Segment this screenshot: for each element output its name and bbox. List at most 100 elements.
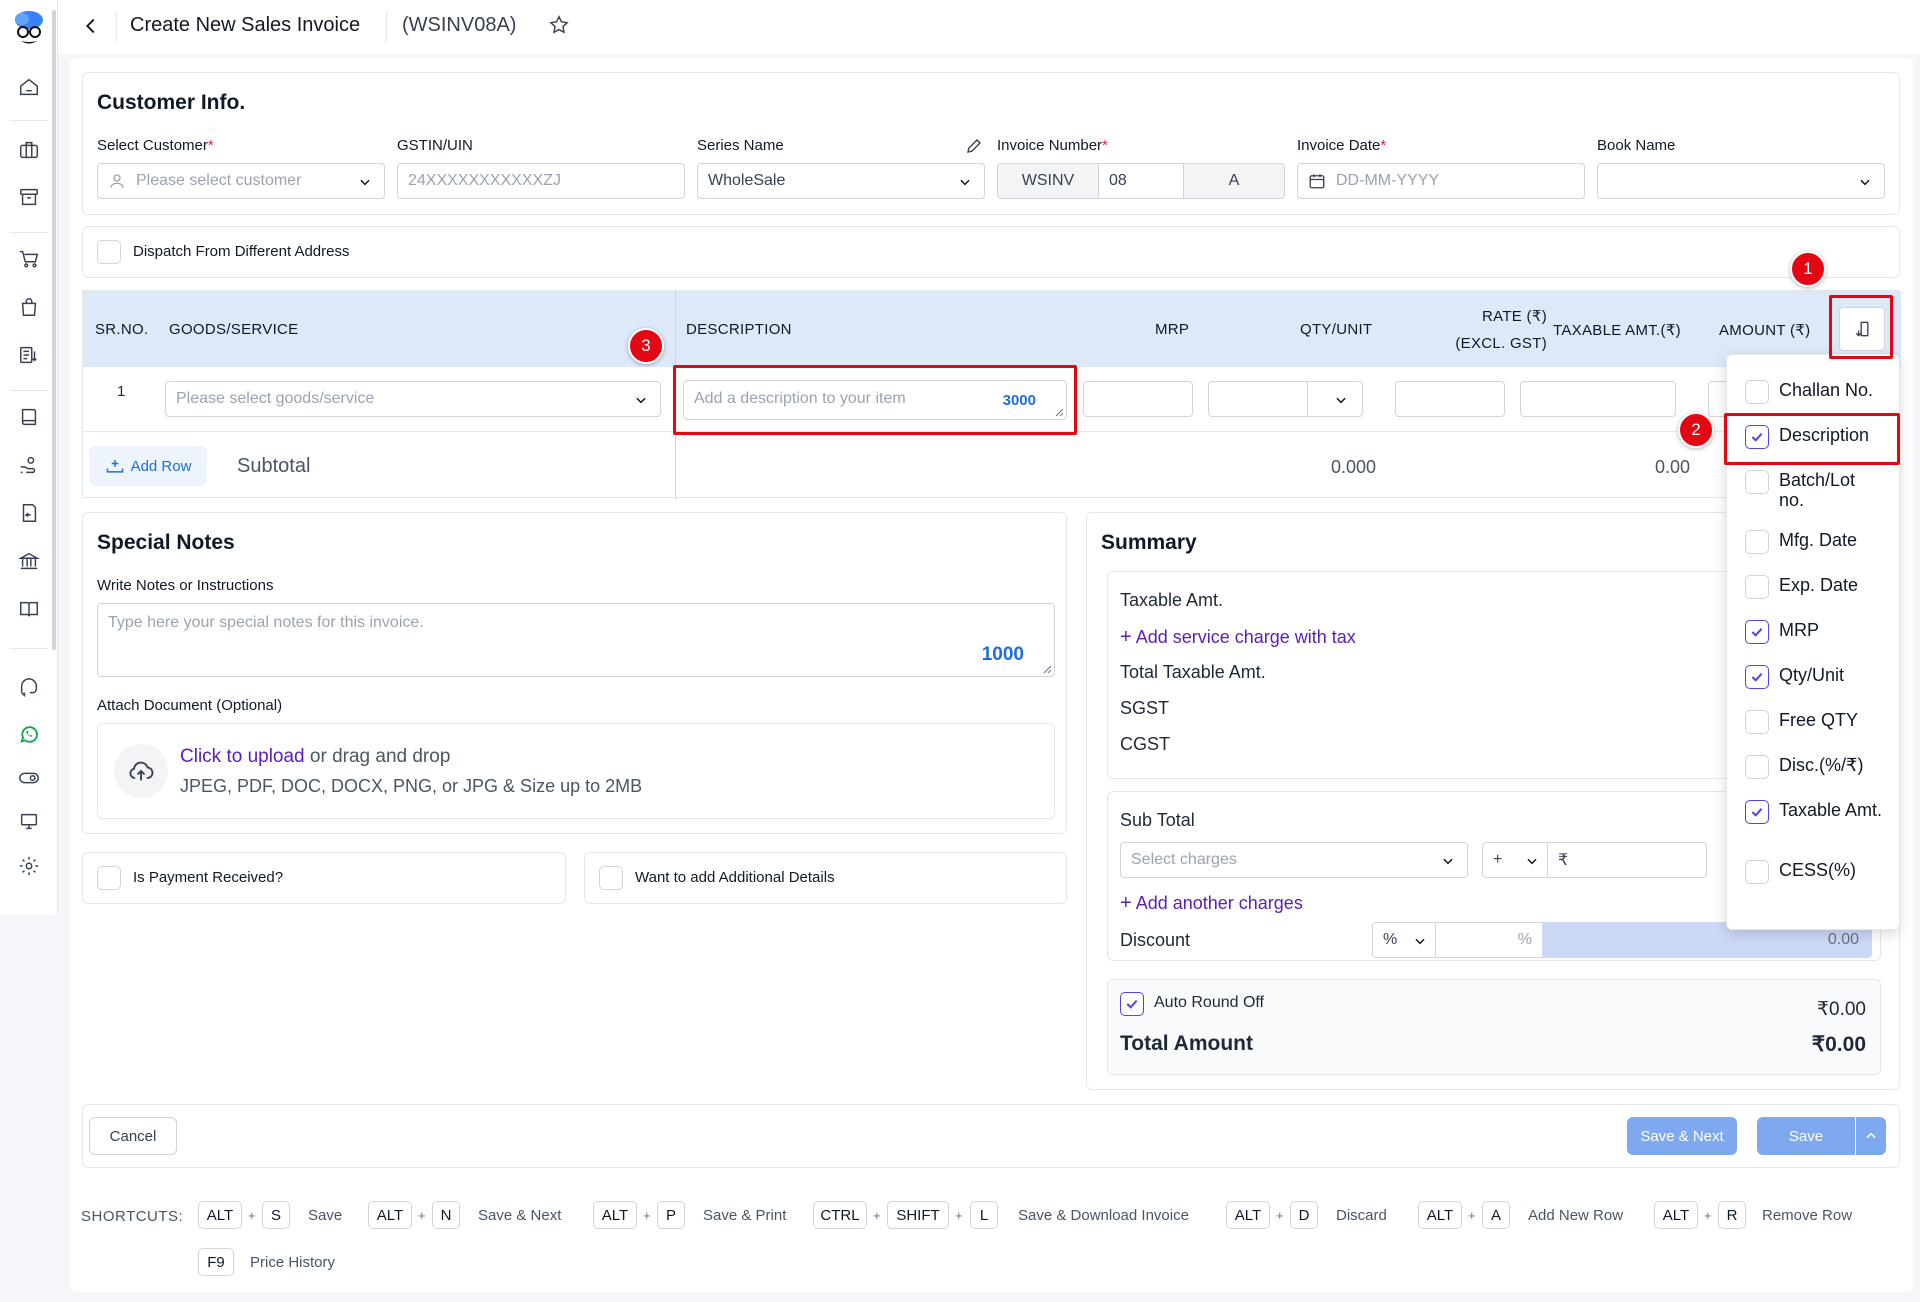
book-icon[interactable] bbox=[14, 402, 44, 432]
select-customer-dropdown[interactable]: Please select customer bbox=[97, 163, 385, 199]
unit-dropdown[interactable] bbox=[1307, 381, 1363, 417]
goods-service-dropdown[interactable]: Please select goods/service bbox=[165, 381, 661, 417]
shortcuts-bar: SHORTCUTS: ALT + S Save ALT + N Save & N… bbox=[70, 1188, 1913, 1292]
menu-item-mfg-date[interactable]: Mfg. Date bbox=[1745, 530, 1857, 554]
payment-received-checkbox[interactable] bbox=[97, 866, 121, 890]
menu-item-taxable-amt[interactable]: Taxable Amt. bbox=[1745, 800, 1885, 824]
dispatch-checkbox[interactable] bbox=[97, 240, 121, 264]
chevron-down-icon bbox=[1441, 854, 1455, 868]
shortcut-label: Add New Row bbox=[1528, 1207, 1624, 1224]
notes-textarea[interactable]: Type here your special notes for this in… bbox=[97, 603, 1055, 677]
open-book-icon[interactable] bbox=[14, 594, 44, 624]
click-to-upload-link[interactable]: Click to upload bbox=[180, 746, 305, 767]
add-row-button[interactable]: Add Row bbox=[89, 446, 207, 486]
upload-cloud-icon bbox=[114, 744, 168, 798]
menu-item-cess[interactable]: CESS(%) bbox=[1745, 860, 1856, 884]
select-charges-dropdown[interactable]: Select charges bbox=[1120, 842, 1468, 878]
sidebar-scrollbar[interactable] bbox=[52, 10, 56, 650]
settings-icon[interactable] bbox=[14, 851, 44, 881]
return-icon[interactable] bbox=[14, 498, 44, 528]
hand-coin-icon[interactable] bbox=[14, 450, 44, 480]
cess-checkbox[interactable] bbox=[1745, 860, 1769, 884]
discount-type-dropdown[interactable]: % bbox=[1372, 922, 1436, 958]
edit-pencil-icon[interactable] bbox=[965, 137, 983, 155]
menu-item-batch-lot[interactable]: Batch/Lot no. bbox=[1745, 470, 1885, 510]
chevron-down-icon bbox=[1334, 393, 1348, 407]
taxable-amt-checkbox[interactable] bbox=[1745, 800, 1769, 824]
toggle-icon[interactable] bbox=[14, 763, 44, 793]
save-button[interactable]: Save bbox=[1757, 1117, 1855, 1155]
menu-item-free-qty[interactable]: Free QTY bbox=[1745, 710, 1858, 734]
notes-char-counter: 1000 bbox=[981, 644, 1024, 665]
star-icon[interactable] bbox=[548, 14, 570, 36]
add-service-charge-link[interactable]: + Add service charge with tax bbox=[1120, 626, 1356, 649]
mrp-input[interactable] bbox=[1083, 381, 1193, 417]
gstin-input[interactable]: 24XXXXXXXXXXXZJ bbox=[397, 163, 685, 199]
back-arrow-icon[interactable] bbox=[80, 15, 102, 37]
stock-icon[interactable] bbox=[14, 340, 44, 370]
free-qty-checkbox[interactable] bbox=[1745, 710, 1769, 734]
monitor-icon[interactable] bbox=[14, 807, 44, 837]
app-logo[interactable] bbox=[11, 10, 47, 50]
col-goods-service: GOODS/SERVICE bbox=[169, 321, 299, 338]
shortcut-key: ALT bbox=[368, 1201, 412, 1229]
bank-icon[interactable] bbox=[14, 546, 44, 576]
upload-hint: JPEG, PDF, DOC, DOCX, PNG, or JPG & Size… bbox=[180, 776, 643, 796]
shortcut-key: SHIFT bbox=[887, 1201, 949, 1229]
book-name-dropdown[interactable] bbox=[1597, 163, 1885, 199]
menu-item-challan-no[interactable]: Challan No. bbox=[1745, 380, 1873, 404]
shortcut-key: ALT bbox=[593, 1201, 637, 1229]
shortcut-key: ALT bbox=[1226, 1201, 1270, 1229]
menu-item-exp-date[interactable]: Exp. Date bbox=[1745, 575, 1858, 599]
add-another-charges-link[interactable]: + Add another charges bbox=[1120, 892, 1303, 915]
challan-no-checkbox[interactable] bbox=[1745, 380, 1769, 404]
resize-handle-icon[interactable] bbox=[1042, 664, 1052, 674]
taxable-amt-input[interactable] bbox=[1520, 381, 1676, 417]
chevron-down-icon bbox=[1413, 934, 1427, 948]
discount-checkbox[interactable] bbox=[1745, 755, 1769, 779]
col-rate: RATE (₹) bbox=[1482, 308, 1547, 325]
payment-received-label: Is Payment Received? bbox=[133, 869, 284, 886]
shortcut-label: Save & Download Invoice bbox=[1018, 1207, 1189, 1224]
upload-dropzone[interactable]: Click to upload or drag and drop JPEG, P… bbox=[97, 723, 1055, 819]
book-name-label: Book Name bbox=[1597, 137, 1676, 154]
shortcut-label: Price History bbox=[250, 1254, 336, 1271]
home-icon[interactable] bbox=[14, 72, 44, 102]
row-sr-no: 1 bbox=[117, 383, 126, 400]
mrp-checkbox[interactable] bbox=[1745, 620, 1769, 644]
cancel-button[interactable]: Cancel bbox=[89, 1117, 177, 1155]
bag-icon[interactable] bbox=[14, 292, 44, 322]
save-options-button[interactable] bbox=[1856, 1117, 1886, 1155]
discount-percent-input[interactable]: % bbox=[1435, 922, 1543, 958]
charge-sign-dropdown[interactable]: + bbox=[1482, 842, 1548, 878]
calendar-icon bbox=[1308, 172, 1326, 190]
annotation-badge-3: 3 bbox=[628, 328, 664, 364]
save-next-button[interactable]: Save & Next bbox=[1627, 1117, 1737, 1155]
qty-input[interactable] bbox=[1208, 381, 1308, 417]
menu-item-mrp[interactable]: MRP bbox=[1745, 620, 1819, 644]
exp-date-checkbox[interactable] bbox=[1745, 575, 1769, 599]
auto-round-off-checkbox[interactable] bbox=[1120, 992, 1144, 1016]
series-name-dropdown[interactable]: WholeSale bbox=[697, 163, 985, 199]
menu-item-discount[interactable]: Disc.(%/₹) bbox=[1745, 755, 1863, 779]
archive-icon[interactable] bbox=[14, 182, 44, 212]
menu-item-qty-unit[interactable]: Qty/Unit bbox=[1745, 665, 1844, 689]
special-notes-heading: Special Notes bbox=[97, 531, 235, 554]
cart-icon[interactable] bbox=[14, 244, 44, 274]
rate-input[interactable] bbox=[1395, 381, 1505, 417]
qty-unit-checkbox[interactable] bbox=[1745, 665, 1769, 689]
additional-details-card: Want to add Additional Details bbox=[584, 852, 1067, 904]
total-box: Auto Round Off ₹0.00 Total Amount ₹0.00 bbox=[1107, 979, 1881, 1075]
additional-details-checkbox[interactable] bbox=[599, 866, 623, 890]
batch-lot-checkbox[interactable] bbox=[1745, 470, 1769, 494]
invoice-number-input[interactable]: 08 bbox=[1098, 163, 1184, 199]
briefcase-icon[interactable] bbox=[14, 135, 44, 165]
invoice-date-input[interactable]: DD-MM-YYYY bbox=[1297, 163, 1585, 199]
shortcut-label: Remove Row bbox=[1762, 1207, 1853, 1224]
support-chat-icon[interactable] bbox=[14, 674, 44, 704]
whatsapp-icon[interactable] bbox=[14, 719, 44, 749]
shortcut-label: Save bbox=[308, 1207, 343, 1224]
charge-amount-input[interactable]: ₹ bbox=[1547, 842, 1707, 878]
mfg-date-checkbox[interactable] bbox=[1745, 530, 1769, 554]
chevron-down-icon bbox=[1858, 175, 1872, 189]
